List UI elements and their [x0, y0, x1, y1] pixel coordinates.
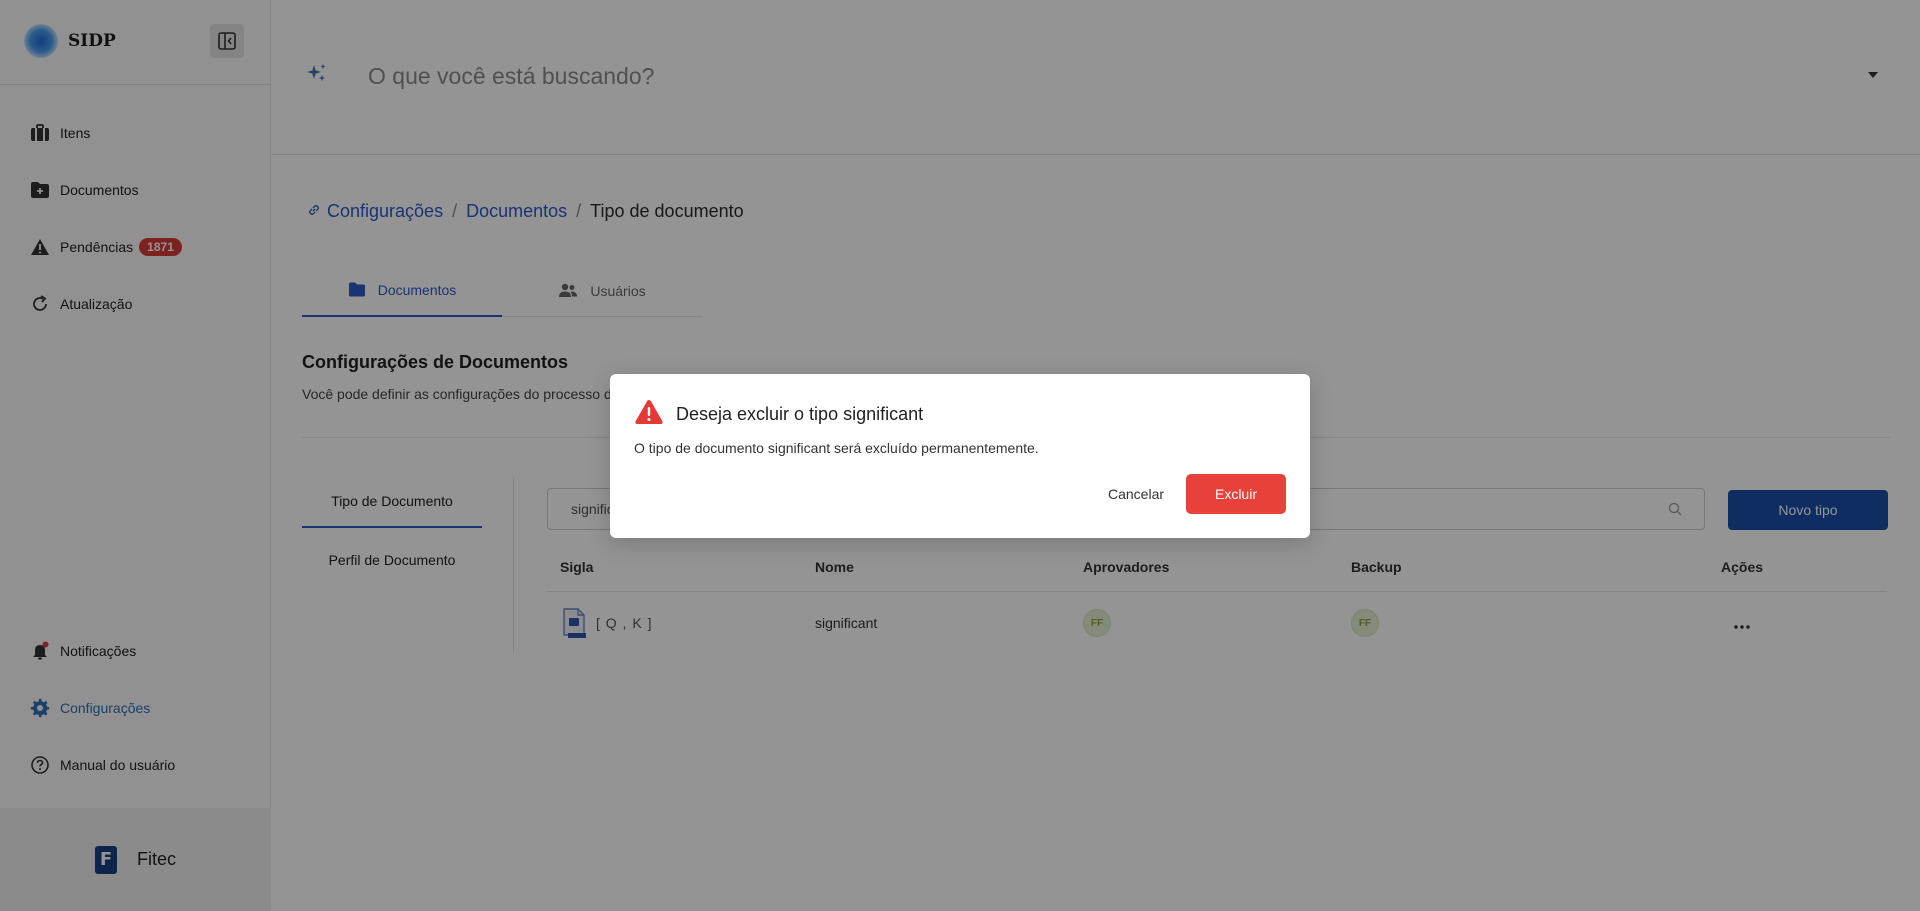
- modal-title: Deseja excluir o tipo significant: [676, 404, 924, 424]
- delete-button[interactable]: Excluir: [1186, 474, 1286, 514]
- warning-icon: [634, 399, 664, 430]
- cancel-button[interactable]: Cancelar: [1087, 474, 1185, 514]
- modal-message: O tipo de documento significant será exc…: [634, 440, 1039, 456]
- confirm-delete-modal: Deseja excluir o tipo significant O tipo…: [610, 374, 1310, 538]
